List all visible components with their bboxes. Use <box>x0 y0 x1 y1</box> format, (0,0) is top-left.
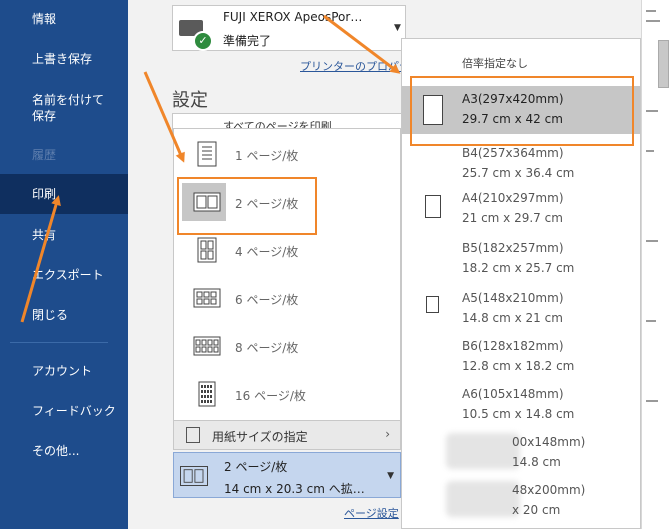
paper-dims: 29.7 cm x 42 cm <box>462 112 563 126</box>
pages-per-sheet-value: 2 ページ/枚 <box>224 460 288 474</box>
paper-name: A6(105x148mm) <box>462 387 564 401</box>
nav-item-save[interactable]: 上書き保存 <box>0 40 128 78</box>
paper-option-b5[interactable]: B5(182x257mm) 18.2 cm x 25.7 cm <box>402 235 640 283</box>
preview-text-line <box>646 10 656 12</box>
preview-text-line <box>646 400 658 402</box>
preview-text-line <box>646 150 654 152</box>
layout-16-icon <box>198 381 216 407</box>
paper-name: A4(210x297mm) <box>462 191 564 205</box>
blurred-region <box>446 433 520 469</box>
nav-item-save-as[interactable]: 名前を付けて保存 <box>0 80 128 132</box>
nav-item-print[interactable]: 印刷 <box>0 174 128 214</box>
pps-option-label: 8 ページ/枚 <box>235 341 299 355</box>
pages-per-sheet-scale: 14 cm x 20.3 cm へ拡… <box>224 482 365 496</box>
paper-dims: x 20 cm <box>512 503 561 517</box>
nav-item-close[interactable]: 閉じる <box>0 296 128 334</box>
paper-name: 48x200mm) <box>512 483 586 497</box>
printer-selector[interactable]: ✓ FUJI XEROX ApeosPor… 準備完了 ▼ <box>172 5 406 51</box>
preview-text-line <box>646 110 658 112</box>
backstage-nav: 情報 上書き保存 名前を付けて保存 履歴 印刷 共有 エクスポート 閉じる アカ… <box>0 0 128 529</box>
nav-item-export[interactable]: エクスポート <box>0 256 128 294</box>
nav-item-history: 履歴 <box>32 148 57 162</box>
pps-option-16[interactable]: 16 ページ/枚 <box>174 371 400 417</box>
preview-text-line <box>646 240 658 242</box>
nav-divider <box>10 342 108 343</box>
nav-item-more[interactable]: その他... <box>0 432 128 470</box>
nav-item-account[interactable]: アカウント <box>0 352 128 390</box>
paper-option-a3[interactable]: A3(297x420mm) 29.7 cm x 42 cm <box>402 86 640 134</box>
paper-option-a6[interactable]: A6(105x148mm) 10.5 cm x 14.8 cm <box>402 381 640 429</box>
chevron-down-icon: ▼ <box>387 471 394 481</box>
paper-dims: 10.5 cm x 14.8 cm <box>462 407 575 421</box>
pps-option-label: 16 ページ/枚 <box>235 389 306 403</box>
layout-2-icon <box>180 466 208 486</box>
pps-option-2[interactable]: 2 ページ/枚 <box>174 179 400 225</box>
page-setup-link[interactable]: ページ設定 <box>344 505 399 521</box>
paper-name: B5(182x257mm) <box>462 241 564 255</box>
paper-option-b4[interactable]: B4(257x364mm) 25.7 cm x 36.4 cm <box>402 140 640 188</box>
paper-name: B6(128x182mm) <box>462 339 564 353</box>
paper-size-submenu-item[interactable]: 用紙サイズの指定 › <box>173 420 401 450</box>
pps-option-label: 2 ページ/枚 <box>235 197 299 211</box>
printer-name: FUJI XEROX ApeosPor… <box>223 10 363 24</box>
blurred-region <box>446 481 520 517</box>
pps-option-8[interactable]: 8 ページ/枚 <box>174 323 400 369</box>
nav-item-info[interactable]: 情報 <box>0 0 128 38</box>
chevron-down-icon: ▼ <box>394 23 401 33</box>
paper-dims: 12.8 cm x 18.2 cm <box>462 359 575 373</box>
paper-dims: 21 cm x 29.7 cm <box>462 211 563 225</box>
pages-per-sheet-menu: 1 ページ/枚 2 ページ/枚 4 ページ/枚 6 ページ/枚 8 ページ/枚 … <box>173 128 401 426</box>
pps-option-label: 4 ページ/枚 <box>235 245 299 259</box>
paper-size-menu: 倍率指定なし A3(297x420mm) 29.7 cm x 42 cm B4(… <box>401 38 641 529</box>
preview-text-line <box>646 320 656 322</box>
check-icon: ✓ <box>193 31 213 51</box>
settings-heading: 設定 <box>172 90 208 111</box>
nav-item-feedback[interactable]: フィードバック <box>0 392 128 430</box>
paper-dims: 14.8 cm <box>512 455 561 469</box>
pps-option-6[interactable]: 6 ページ/枚 <box>174 275 400 321</box>
paper-dims: 14.8 cm x 21 cm <box>462 311 563 325</box>
printer-status: 準備完了 <box>223 34 272 48</box>
paper-option-b6[interactable]: B6(128x182mm) 12.8 cm x 18.2 cm <box>402 333 640 381</box>
pps-option-1[interactable]: 1 ページ/枚 <box>174 131 400 177</box>
preview-scrollbar[interactable] <box>658 40 669 88</box>
paper-name: A3(297x420mm) <box>462 92 564 106</box>
layout-6-icon <box>193 288 221 308</box>
layout-8-icon <box>193 336 221 356</box>
layout-1-icon <box>197 141 217 167</box>
paper-name: 00x148mm) <box>512 435 586 449</box>
preview-text-line <box>646 20 660 22</box>
paper-size-icon <box>186 427 200 443</box>
paper-portrait-icon <box>426 296 439 313</box>
paper-option-a4[interactable]: A4(210x297mm) 21 cm x 29.7 cm <box>402 185 640 233</box>
layout-4-icon <box>197 237 217 263</box>
paper-dims: 18.2 cm x 25.7 cm <box>462 261 575 275</box>
paper-name: A5(148x210mm) <box>462 291 564 305</box>
chevron-right-icon: › <box>385 427 390 441</box>
pages-per-sheet-selector[interactable]: 2 ページ/枚 14 cm x 20.3 cm へ拡… ▼ <box>173 452 401 498</box>
paper-option-blurred-1[interactable]: 00x148mm) 14.8 cm <box>402 429 640 477</box>
paper-option-blurred-2[interactable]: 48x200mm) x 20 cm <box>402 477 640 525</box>
paper-dims: 25.7 cm x 36.4 cm <box>462 166 575 180</box>
paper-size-label: 用紙サイズの指定 <box>212 430 308 444</box>
paper-portrait-icon <box>425 195 441 218</box>
pps-option-4[interactable]: 4 ページ/枚 <box>174 227 400 273</box>
paper-name: B4(257x364mm) <box>462 146 564 160</box>
layout-2-icon <box>193 192 221 212</box>
paper-option-a5[interactable]: A5(148x210mm) 14.8 cm x 21 cm <box>402 285 640 333</box>
pps-option-label: 6 ページ/枚 <box>235 293 299 307</box>
paper-menu-header: 倍率指定なし <box>462 57 528 70</box>
paper-portrait-icon <box>423 95 443 125</box>
nav-item-share[interactable]: 共有 <box>0 216 128 254</box>
pps-option-label: 1 ページ/枚 <box>235 149 299 163</box>
